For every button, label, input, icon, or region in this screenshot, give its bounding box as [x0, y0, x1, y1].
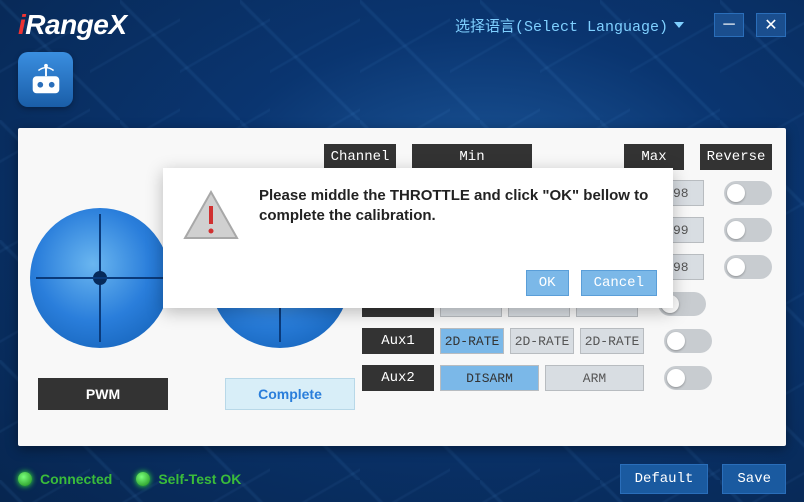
- cancel-button[interactable]: Cancel: [581, 270, 657, 296]
- default-button[interactable]: Default: [620, 464, 709, 494]
- chevron-down-icon: [674, 22, 684, 28]
- col-reverse: Reverse: [700, 144, 772, 170]
- aux-option[interactable]: 2D-RATE: [510, 328, 574, 354]
- aux-option[interactable]: DISARM: [440, 365, 539, 391]
- pwm-label: PWM: [38, 378, 168, 410]
- complete-button[interactable]: Complete: [225, 378, 355, 410]
- app-mode-icon[interactable]: [18, 52, 73, 107]
- aux-option[interactable]: ARM: [545, 365, 644, 391]
- reverse-toggle[interactable]: [724, 218, 772, 242]
- main-panel: Channel Min Max Reverse 1998 1999 1998 R…: [18, 128, 786, 446]
- reverse-toggle[interactable]: [664, 329, 712, 353]
- led-icon: [18, 472, 32, 486]
- warning-icon: [181, 186, 241, 246]
- save-button[interactable]: Save: [722, 464, 786, 494]
- language-label: 选择语言(Select Language): [455, 15, 668, 36]
- language-selector[interactable]: 选择语言(Select Language): [455, 15, 684, 36]
- table-row: Aux2 DISARM ARM: [362, 363, 772, 393]
- aux-option[interactable]: 2D-RATE: [580, 328, 644, 354]
- col-channel: Channel: [324, 144, 396, 170]
- led-icon: [136, 472, 150, 486]
- reverse-toggle[interactable]: [724, 255, 772, 279]
- calibration-dialog: Please middle the THROTTLE and click "OK…: [163, 168, 673, 308]
- status-connected: Connected: [18, 471, 112, 487]
- reverse-toggle[interactable]: [664, 366, 712, 390]
- close-button[interactable]: ✕: [756, 13, 786, 37]
- aux-option[interactable]: 2D-RATE: [440, 328, 504, 354]
- table-row: Aux1 2D-RATE 2D-RATE 2D-RATE: [362, 326, 772, 356]
- dialog-message: Please middle the THROTTLE and click "OK…: [259, 186, 655, 246]
- reverse-toggle[interactable]: [724, 181, 772, 205]
- status-selftest: Self-Test OK: [136, 471, 241, 487]
- left-stick[interactable]: [30, 208, 170, 348]
- minimize-button[interactable]: ─: [714, 13, 744, 37]
- app-logo: iRangeX: [18, 9, 127, 41]
- col-min: Min: [412, 144, 532, 170]
- col-max: Max: [624, 144, 684, 170]
- radio-controller-icon: [27, 61, 65, 99]
- ok-button[interactable]: OK: [526, 270, 569, 296]
